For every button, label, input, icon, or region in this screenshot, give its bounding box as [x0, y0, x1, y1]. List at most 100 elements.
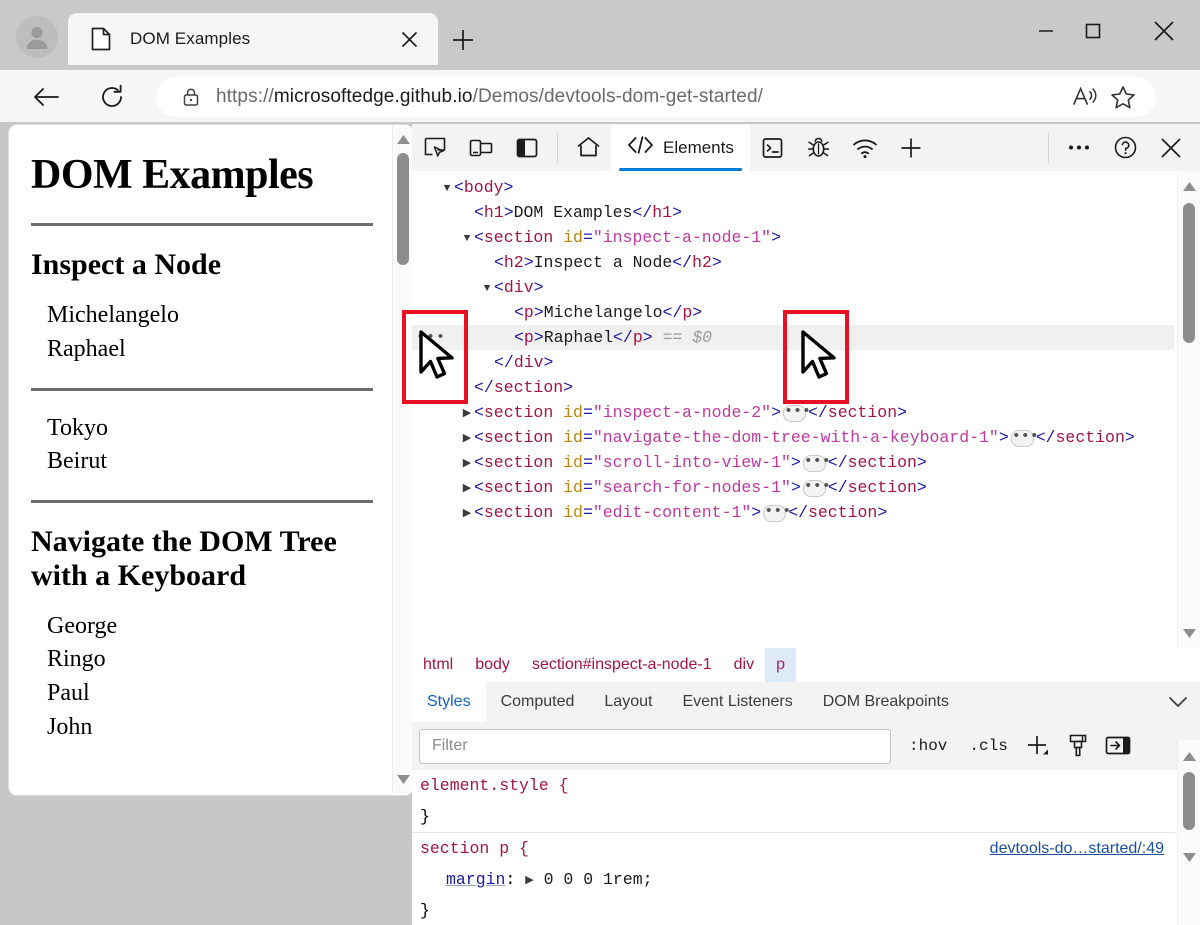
address-bar[interactable]: https://microsoftedge.github.io/Demos/de… [156, 77, 1156, 117]
dom-node-row[interactable]: ▶ <section id="edit-content-1"> •••</secti… [412, 500, 1174, 525]
style-rule[interactable]: element.style {} [412, 770, 1178, 832]
inspect-tool-icon[interactable] [412, 125, 458, 171]
new-tab-button[interactable] [444, 22, 482, 58]
twisty-expanded-icon[interactable]: ▼ [460, 227, 474, 252]
style-rule-selector[interactable]: element.style { [420, 776, 569, 795]
dom-node-row[interactable]: ▶ <section id="search-for-nodes-1"> •••</s… [412, 475, 1174, 500]
dom-node-row[interactable]: ▼ <div> [412, 275, 1174, 300]
breadcrumb-item[interactable]: div [723, 648, 765, 682]
sub-tab-dom-breakpoints[interactable]: DOM Breakpoints [808, 682, 964, 722]
dom-tree-scrollbar[interactable] [1177, 171, 1200, 648]
scroll-down-icon[interactable] [1178, 622, 1200, 644]
new-style-rule-icon[interactable] [1018, 726, 1058, 766]
devtools-close-icon[interactable] [1148, 125, 1194, 171]
dom-node-row[interactable]: ▶ <section id="scroll-into-view-1"> •••</s… [412, 450, 1174, 475]
dom-token: > [672, 203, 682, 222]
sub-tab-styles[interactable]: Styles [412, 682, 486, 722]
style-declaration[interactable]: margin: ▶ 0 0 0 1rem; [420, 864, 1178, 895]
twisty-collapsed-icon[interactable]: ▶ [460, 502, 474, 527]
style-rule[interactable]: section p {devtools-do…started/:49 margin… [412, 832, 1178, 925]
scroll-up-icon[interactable] [1178, 745, 1200, 767]
dom-tree[interactable]: ▼ <body> <h1>DOM Examples</h1> ▼ <section i… [412, 171, 1200, 648]
hov-button[interactable]: :hov [905, 734, 951, 758]
rendering-emulation-brush-icon[interactable] [1058, 726, 1098, 766]
avatar[interactable] [16, 16, 58, 58]
devtools-more-options-icon[interactable] [1056, 125, 1102, 171]
expand-children-icon[interactable]: ••• [1010, 429, 1039, 447]
chevron-down-icon[interactable] [1156, 682, 1200, 722]
window-close-button[interactable] [1141, 10, 1187, 52]
address-bar-text[interactable]: https://microsoftedge.github.io/Demos/de… [216, 86, 1066, 108]
sub-tab-event-listeners[interactable]: Event Listeners [667, 682, 807, 722]
console-icon[interactable] [750, 125, 796, 171]
dom-token: "inspect-a-node-1" [592, 228, 772, 247]
expand-shorthand-icon[interactable]: ▶ [525, 866, 533, 897]
dom-token: > [642, 328, 653, 347]
scroll-up-icon[interactable] [1178, 175, 1200, 197]
row-more-icon[interactable]: ••• [416, 325, 446, 350]
debugger-bug-icon[interactable] [796, 125, 842, 171]
expand-children-icon[interactable]: ••• [782, 404, 811, 422]
breadcrumb-item[interactable]: p [765, 648, 796, 682]
dom-node-row-selected[interactable]: ••• <p>Raphael</p> == $0 [412, 325, 1174, 350]
twisty-collapsed-icon[interactable]: ▶ [460, 402, 474, 427]
scrollbar-thumb[interactable] [1183, 203, 1195, 343]
reload-button[interactable] [92, 78, 132, 116]
back-button[interactable] [26, 78, 66, 116]
dom-node-row[interactable]: <p>Michelangelo</p> [412, 300, 1174, 325]
styles-scrollbar[interactable] [1177, 740, 1200, 925]
dom-node-row[interactable]: </div> [412, 350, 1174, 375]
page-scrollbar[interactable] [392, 125, 413, 793]
favorite-star-icon[interactable] [1104, 80, 1142, 114]
dom-token: = [582, 403, 593, 422]
scrollbar-thumb[interactable] [1183, 772, 1195, 830]
dom-node-row[interactable]: </section> [412, 375, 1174, 400]
minimize-icon [1039, 30, 1053, 32]
dom-node-row[interactable]: ▼ <body> [412, 175, 1174, 200]
read-aloud-icon[interactable] [1066, 80, 1104, 114]
twisty-expanded-icon[interactable]: ▼ [440, 177, 454, 202]
computed-sidebar-toggle-icon[interactable] [1098, 726, 1138, 766]
style-rule-source-link[interactable]: devtools-do…started/:49 [990, 833, 1164, 864]
twisty-expanded-icon[interactable]: ▼ [480, 277, 494, 302]
styles-rules[interactable]: element.style {} section p { devtools-do…s… [412, 770, 1178, 925]
breadcrumb-item[interactable]: body [464, 648, 521, 682]
browser-tab[interactable]: DOM Examples [68, 13, 438, 65]
filter-input[interactable]: Filter [419, 728, 891, 764]
lock-icon[interactable] [180, 86, 202, 108]
scroll-down-icon[interactable] [393, 768, 413, 790]
breadcrumb-item[interactable]: html [412, 648, 464, 682]
dom-node-row[interactable]: <h2>Inspect a Node</h2> [412, 250, 1174, 275]
tab-elements[interactable]: Elements [611, 124, 750, 171]
expand-children-icon[interactable]: ••• [763, 504, 791, 522]
dock-side-icon[interactable] [504, 125, 550, 171]
breadcrumb-item[interactable]: section#inspect-a-node-1 [521, 648, 723, 682]
dom-node-row[interactable]: <h1>DOM Examples</h1> [412, 200, 1174, 225]
cls-button[interactable]: .cls [965, 734, 1011, 758]
sub-tab-computed[interactable]: Computed [486, 682, 590, 722]
help-icon[interactable] [1102, 125, 1148, 171]
style-value[interactable]: 0 0 0 1rem; [544, 870, 653, 889]
expand-children-icon[interactable]: ••• [802, 479, 831, 497]
maximize-icon [1085, 23, 1101, 39]
window-maximize-button[interactable] [1070, 10, 1116, 52]
dom-node-row[interactable]: ▶ <section id="navigate-the-dom-tree-with… [412, 425, 1174, 450]
twisty-collapsed-icon[interactable]: ▶ [460, 427, 474, 452]
scrollbar-thumb[interactable] [397, 153, 409, 265]
device-emulation-icon[interactable] [458, 125, 504, 171]
twisty-collapsed-icon[interactable]: ▶ [460, 452, 474, 477]
style-rule-selector[interactable]: section p { [420, 839, 529, 858]
tab-close-icon[interactable] [392, 22, 426, 56]
scroll-up-icon[interactable] [393, 128, 413, 150]
scroll-down-icon[interactable] [1178, 846, 1200, 868]
expand-children-icon[interactable]: ••• [802, 454, 831, 472]
twisty-collapsed-icon[interactable]: ▶ [460, 477, 474, 502]
more-tools-plus-icon[interactable] [888, 125, 934, 171]
network-wifi-icon[interactable] [842, 125, 888, 171]
dom-node-row[interactable]: ▶ <section id="inspect-a-node-2"> •••</sec… [412, 400, 1174, 425]
dom-node-row[interactable]: ▼ <section id="inspect-a-node-1"> [412, 225, 1174, 250]
sub-tab-layout[interactable]: Layout [589, 682, 667, 722]
welcome-home-icon[interactable] [565, 125, 611, 171]
style-property[interactable]: margin [446, 870, 505, 889]
window-minimize-button[interactable] [1023, 10, 1069, 52]
